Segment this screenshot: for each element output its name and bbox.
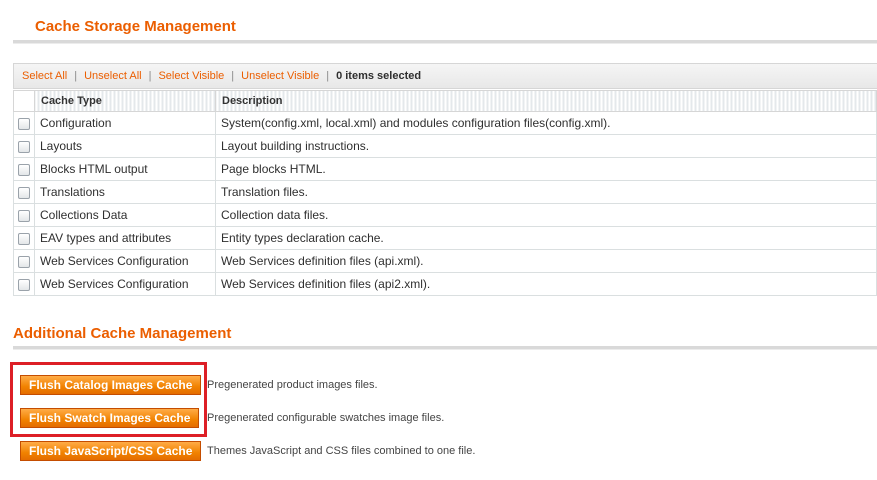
cache-type-cell: Blocks HTML output [34, 157, 216, 181]
row-checkbox[interactable] [18, 255, 30, 268]
table-row: EAV types and attributes Entity types de… [13, 226, 877, 250]
row-checkbox-cell [13, 134, 35, 158]
separator: | [74, 70, 78, 82]
cache-storage-title: Cache Storage Management [35, 18, 236, 35]
row-checkbox[interactable] [18, 117, 30, 130]
mass-action-bar: Select All | Unselect All | Select Visible | U… [13, 63, 877, 89]
items-selected-count: 0 items selected [336, 70, 422, 82]
row-checkbox-cell [13, 226, 35, 250]
table-row: Translations Translation files. [13, 180, 877, 204]
cache-type-cell: Layouts [34, 134, 216, 158]
cache-type-cell: Collections Data [34, 203, 216, 227]
description-cell: Translation files. [215, 180, 877, 204]
separator: | [231, 70, 235, 82]
description-cell: Collection data files. [215, 203, 877, 227]
flush-javascript-css-description: Themes JavaScript and CSS files combined… [207, 445, 476, 457]
row-checkbox-cell [13, 157, 35, 181]
description-cell: System(config.xml, local.xml) and module… [215, 111, 877, 135]
flush-catalog-images-description: Pregenerated product images files. [207, 379, 378, 391]
row-checkbox-cell [13, 249, 35, 273]
flush-swatch-images-description: Pregenerated configurable swatches image… [207, 412, 445, 424]
row-checkbox[interactable] [18, 209, 30, 222]
additional-cache-title-rule [13, 346, 877, 350]
flush-javascript-css-button[interactable]: Flush JavaScript/CSS Cache [20, 441, 202, 461]
cache-type-cell: EAV types and attributes [34, 226, 216, 250]
description-cell: Web Services definition files (api2.xml)… [215, 272, 877, 296]
row-checkbox-cell [13, 111, 35, 135]
table-row: Web Services Configuration Web Services … [13, 249, 877, 273]
row-checkbox[interactable] [18, 186, 30, 199]
cache-type-grid: Cache Type Description Configuration Sys… [13, 90, 877, 296]
row-checkbox[interactable] [18, 163, 30, 176]
unselect-all-link[interactable]: Unselect All [84, 70, 141, 82]
row-checkbox-cell [13, 203, 35, 227]
cache-type-cell: Web Services Configuration [34, 249, 216, 273]
cache-type-cell: Translations [34, 180, 216, 204]
checkbox-column-header [13, 90, 35, 112]
unselect-visible-link[interactable]: Unselect Visible [241, 70, 319, 82]
description-cell: Layout building instructions. [215, 134, 877, 158]
row-checkbox[interactable] [18, 140, 30, 153]
row-checkbox-cell [13, 180, 35, 204]
table-row: Web Services Configuration Web Services … [13, 272, 877, 296]
description-cell: Page blocks HTML. [215, 157, 877, 181]
column-header-cache-type[interactable]: Cache Type [34, 90, 216, 112]
row-checkbox[interactable] [18, 232, 30, 245]
description-cell: Web Services definition files (api.xml). [215, 249, 877, 273]
cache-type-cell: Configuration [34, 111, 216, 135]
select-all-link[interactable]: Select All [22, 70, 67, 82]
flush-catalog-images-button[interactable]: Flush Catalog Images Cache [20, 375, 202, 395]
table-row: Layouts Layout building instructions. [13, 134, 877, 158]
description-cell: Entity types declaration cache. [215, 226, 877, 250]
cache-type-cell: Web Services Configuration [34, 272, 216, 296]
column-header-description[interactable]: Description [215, 90, 877, 112]
additional-cache-title: Additional Cache Management [13, 325, 232, 342]
flush-swatch-images-button[interactable]: Flush Swatch Images Cache [20, 408, 200, 428]
cache-storage-title-rule [13, 40, 877, 44]
grid-header-row: Cache Type Description [13, 90, 877, 112]
separator: | [326, 70, 330, 82]
row-checkbox-cell [13, 272, 35, 296]
row-checkbox[interactable] [18, 278, 30, 291]
table-row: Blocks HTML output Page blocks HTML. [13, 157, 877, 181]
select-visible-link[interactable]: Select Visible [158, 70, 224, 82]
separator: | [148, 70, 152, 82]
table-row: Collections Data Collection data files. [13, 203, 877, 227]
table-row: Configuration System(config.xml, local.x… [13, 111, 877, 135]
